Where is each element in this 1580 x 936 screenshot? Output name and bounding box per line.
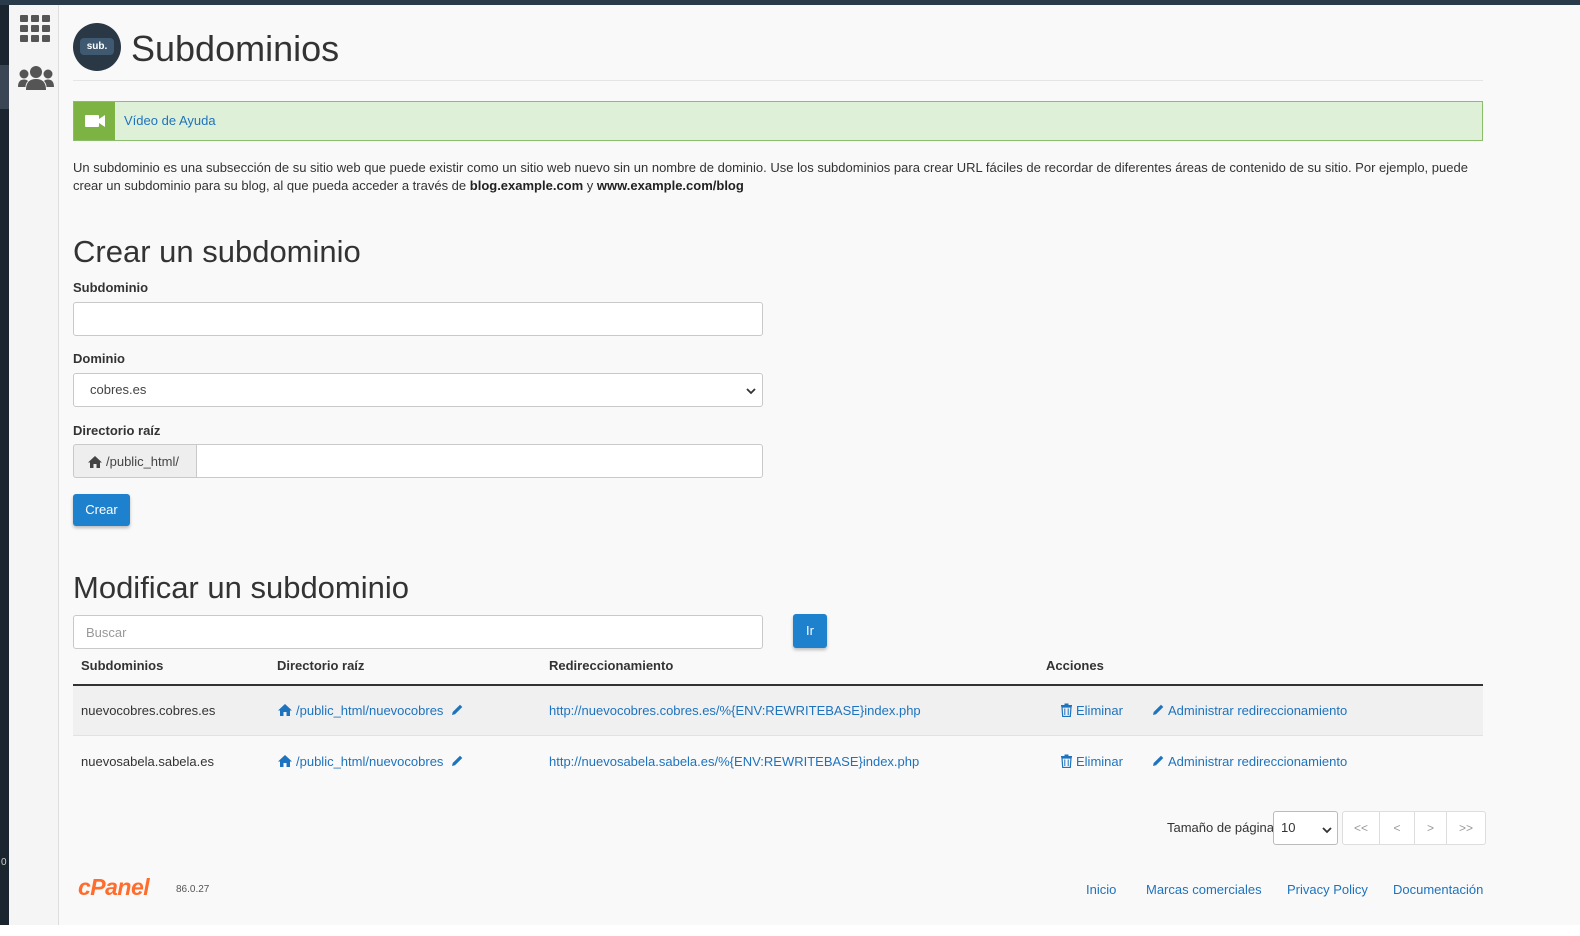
- footer-link-trademarks[interactable]: Marcas comerciales: [1146, 882, 1262, 897]
- subdomain-input[interactable]: [73, 302, 763, 336]
- domain-select[interactable]: cobres.es: [73, 373, 763, 407]
- cpanel-logo[interactable]: cPanel: [78, 874, 150, 901]
- subdomain-cell: nuevocobres.cobres.es: [81, 703, 216, 718]
- column-header-subdomains[interactable]: Subdominios: [81, 658, 163, 673]
- docroot-link[interactable]: /public_html/nuevocobres: [277, 703, 467, 720]
- last-page-button[interactable]: >>: [1447, 812, 1485, 844]
- bottom-edge: [0, 925, 1580, 936]
- docroot-path: /public_html/nuevocobres: [296, 703, 444, 718]
- previous-page-button[interactable]: <: [1380, 812, 1415, 844]
- pencil-icon: [1151, 754, 1165, 771]
- docroot-input[interactable]: [196, 444, 763, 478]
- delete-action[interactable]: Eliminar: [1060, 754, 1123, 771]
- pencil-icon: [1151, 703, 1165, 720]
- home-icon: [87, 455, 103, 472]
- left-edge-marker: [0, 65, 9, 109]
- edge-digit: 0: [1, 857, 7, 868]
- intro-connector: y: [583, 178, 597, 193]
- intro-text: Un subdominio es una subsección de su si…: [73, 159, 1483, 195]
- page-size-label: Tamaño de página: [1167, 820, 1274, 835]
- help-video-link[interactable]: Vídeo de Ayuda: [124, 113, 216, 128]
- domain-label: Dominio: [73, 351, 125, 366]
- pencil-icon[interactable]: [450, 703, 464, 720]
- grid-icon[interactable]: [20, 15, 50, 47]
- column-header-docroot[interactable]: Directorio raíz: [277, 658, 364, 673]
- users-icon[interactable]: [18, 65, 54, 95]
- create-button[interactable]: Crear: [73, 494, 130, 526]
- intro-body: Un subdominio es una subsección de su si…: [73, 160, 1468, 193]
- manage-redirect-label: Administrar redireccionamiento: [1168, 703, 1348, 718]
- subdomain-cell: nuevosabela.sabela.es: [81, 754, 214, 769]
- footer-link-home[interactable]: Inicio: [1086, 882, 1116, 897]
- trash-icon: [1060, 754, 1073, 771]
- docroot-path: /public_html/nuevocobres: [296, 754, 444, 769]
- search-input[interactable]: [73, 615, 763, 649]
- docroot-prefix-text: /public_html/: [106, 454, 179, 469]
- create-heading: Crear un subdominio: [73, 234, 361, 269]
- modify-heading: Modificar un subdominio: [73, 570, 410, 605]
- sidebar: [9, 5, 59, 925]
- trash-icon: [1060, 703, 1073, 720]
- manage-redirect-action[interactable]: Administrar redireccionamiento: [1151, 703, 1347, 720]
- delete-action[interactable]: Eliminar: [1060, 703, 1123, 720]
- page-size-select[interactable]: 10: [1273, 811, 1338, 845]
- table-row: nuevosabela.sabela.es /public_html/nuevo…: [73, 737, 1483, 787]
- pencil-icon[interactable]: [450, 754, 464, 771]
- app-logo: sub.: [73, 23, 121, 71]
- app-logo-text: sub.: [80, 38, 114, 55]
- manage-redirect-label: Administrar redireccionamiento: [1168, 754, 1348, 769]
- home-icon: [277, 754, 293, 771]
- manage-redirect-action[interactable]: Administrar redireccionamiento: [1151, 754, 1347, 771]
- delete-label: Eliminar: [1076, 754, 1123, 769]
- column-header-actions: Acciones: [1046, 658, 1104, 673]
- docroot-label: Directorio raíz: [73, 423, 161, 438]
- next-page-button[interactable]: >: [1415, 812, 1447, 844]
- pagination-controls: << < > >>: [1342, 811, 1486, 845]
- docroot-prefix: /public_html/: [73, 444, 197, 478]
- intro-example-2: www.example.com/blog: [596, 178, 744, 193]
- go-button[interactable]: Ir: [793, 614, 827, 648]
- intro-example-1: blog.example.com: [469, 178, 584, 193]
- chevron-down-icon: [746, 384, 756, 395]
- chevron-down-icon: [1322, 823, 1332, 838]
- footer-link-documentation[interactable]: Documentación: [1393, 882, 1483, 897]
- left-edge-strip: 0: [0, 5, 9, 930]
- delete-label: Eliminar: [1076, 703, 1123, 718]
- docroot-link[interactable]: /public_html/nuevocobres: [277, 754, 467, 771]
- first-page-button[interactable]: <<: [1343, 812, 1380, 844]
- table-row: nuevocobres.cobres.es /public_html/nuevo…: [73, 686, 1483, 736]
- column-header-redirect[interactable]: Redireccionamiento: [549, 658, 673, 673]
- redirect-link[interactable]: http://nuevosabela.sabela.es/%{ENV:REWRI…: [549, 754, 919, 769]
- page-header: sub. Subdominios: [73, 20, 1483, 81]
- help-video-box: Vídeo de Ayuda: [73, 101, 1483, 141]
- home-icon: [277, 703, 293, 720]
- domain-selected-value: cobres.es: [90, 382, 147, 397]
- redirect-link[interactable]: http://nuevocobres.cobres.es/%{ENV:REWRI…: [549, 703, 921, 718]
- page-title: Subdominios: [131, 28, 340, 69]
- cpanel-version: 86.0.27: [176, 884, 210, 895]
- footer-link-privacy[interactable]: Privacy Policy: [1287, 882, 1368, 897]
- video-camera-icon: [74, 102, 115, 140]
- subdomain-label: Subdominio: [73, 280, 149, 295]
- page-size-value: 10: [1281, 820, 1296, 835]
